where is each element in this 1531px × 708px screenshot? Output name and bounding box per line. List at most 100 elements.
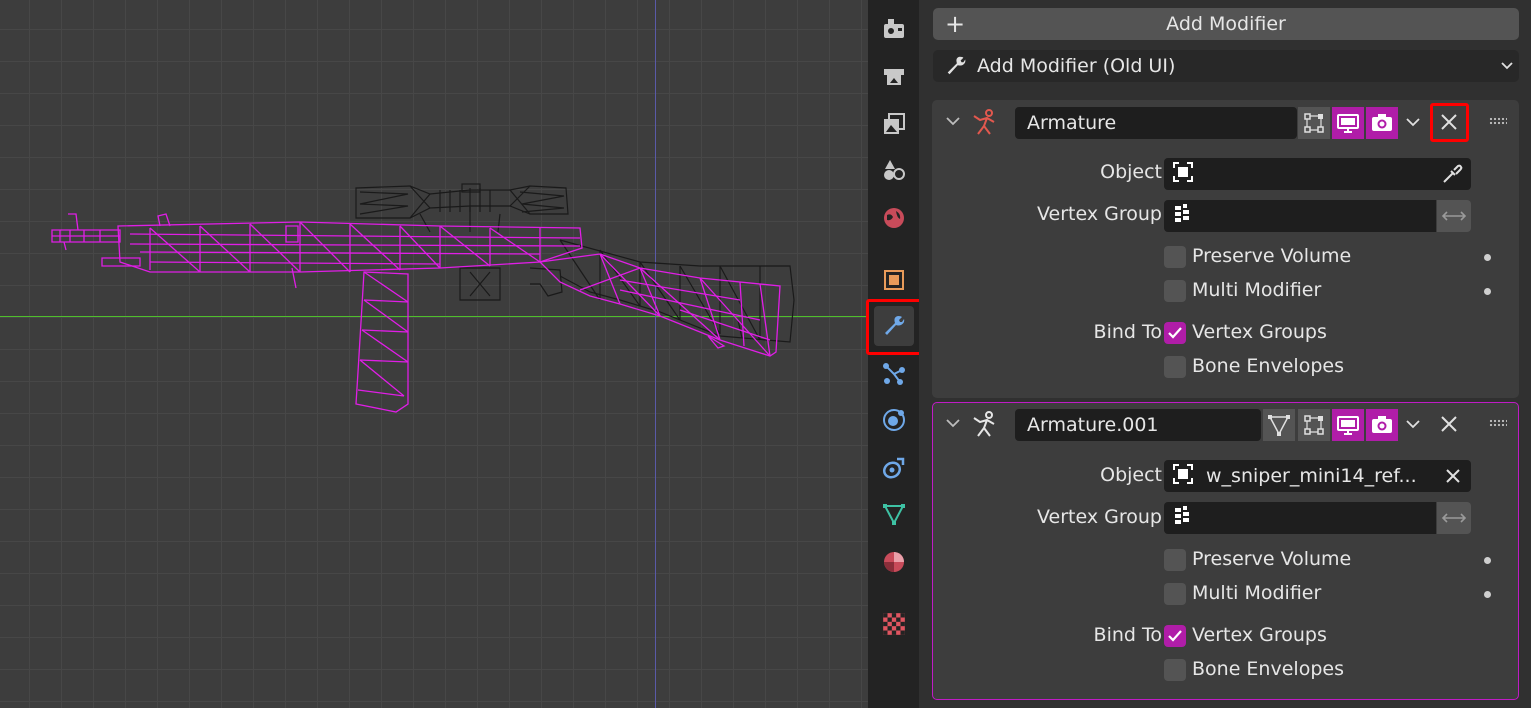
vertex-group-field[interactable] — [1164, 200, 1436, 232]
object-label: Object — [1100, 464, 1162, 486]
modifier-tab-highlight — [866, 299, 924, 355]
monitor-icon — [1337, 114, 1359, 133]
vertex-groups-label: Vertex Groups — [1192, 321, 1327, 343]
modifier-name-field[interactable]: Armature.001 — [1015, 409, 1261, 441]
vertex-group-label: Vertex Group — [1037, 203, 1162, 225]
particles-icon — [883, 363, 905, 385]
camera-icon — [1372, 416, 1392, 433]
invert-vertex-group-toggle[interactable] — [1437, 502, 1471, 534]
bind-to-label: Bind To — [1093, 321, 1162, 343]
view-layer-icon — [884, 113, 905, 134]
invert-vertex-group-toggle[interactable] — [1437, 200, 1471, 232]
object-icon — [1172, 161, 1194, 188]
plus-icon: + — [945, 10, 966, 38]
modifier-header: Armature.001 — [933, 403, 1518, 445]
world-tab[interactable] — [874, 198, 914, 238]
object-icon — [1172, 463, 1194, 490]
bone-envelopes-checkbox[interactable] — [1164, 659, 1186, 681]
vertex-groups-checkbox[interactable] — [1164, 625, 1186, 647]
object-data-tab[interactable] — [874, 494, 914, 534]
modifier-name-field[interactable]: Armature — [1015, 107, 1297, 139]
drag-grip-icon[interactable] — [1489, 117, 1507, 125]
camera-icon — [1372, 114, 1392, 131]
keyframe-dot-icon[interactable] — [1484, 557, 1491, 564]
extra-options-chevron-icon[interactable] — [1404, 113, 1422, 135]
preserve-volume-label: Preserve Volume — [1192, 245, 1352, 267]
eyedropper-icon[interactable] — [1441, 163, 1463, 190]
scene-tab[interactable] — [874, 150, 914, 190]
world-icon — [884, 208, 904, 228]
vertex-group-icon — [1172, 505, 1194, 532]
scene-icon — [884, 160, 905, 180]
output-tab[interactable] — [874, 56, 914, 96]
object-icon — [884, 270, 904, 290]
modifier-panel-armature-001: Armature.001 Object w_sniper_mini14_ref.… — [932, 402, 1519, 700]
realtime-toggle[interactable] — [1332, 409, 1364, 441]
remove-modifier-close-icon[interactable] — [1438, 413, 1460, 439]
object-label: Object — [1100, 161, 1162, 183]
clear-object-close-icon[interactable] — [1443, 466, 1463, 491]
object-field[interactable] — [1164, 158, 1471, 190]
object-tab[interactable] — [874, 260, 914, 300]
wrench-icon — [943, 53, 969, 79]
view-layer-tab[interactable] — [874, 104, 914, 144]
modifier-panel-armature: Armature Object Vertex Group Preserve Vo… — [932, 100, 1519, 398]
add-modifier-button[interactable]: + Add Modifier — [933, 8, 1519, 40]
edit-mode-icon — [1304, 113, 1324, 133]
add-modifier-old-label: Add Modifier (Old UI) — [977, 55, 1176, 77]
collapse-chevron-icon[interactable] — [944, 414, 962, 436]
material-icon — [884, 552, 904, 572]
chevron-down-icon — [1499, 56, 1515, 78]
preserve-volume-checkbox[interactable] — [1164, 246, 1186, 268]
edit-mode-icon — [1304, 415, 1324, 435]
vertex-group-icon — [1172, 203, 1194, 230]
rifle-wireframe[interactable] — [0, 0, 868, 708]
object-field[interactable]: w_sniper_mini14_ref... — [1164, 460, 1471, 492]
texture-tab[interactable] — [874, 604, 914, 644]
edit-mode-toggle[interactable] — [1298, 409, 1330, 441]
multi-modifier-checkbox[interactable] — [1164, 280, 1186, 302]
render-tab[interactable] — [874, 8, 914, 48]
modifier-name: Armature — [1027, 112, 1117, 134]
edit-mode-toggle[interactable] — [1298, 107, 1330, 139]
material-tab[interactable] — [874, 542, 914, 582]
preserve-volume-label: Preserve Volume — [1192, 548, 1352, 570]
armature-modifier-icon — [970, 108, 998, 140]
bone-envelopes-checkbox[interactable] — [1164, 356, 1186, 378]
invert-arrows-icon — [1441, 211, 1467, 221]
vertex-groups-label: Vertex Groups — [1192, 624, 1327, 646]
render-icon — [884, 19, 904, 38]
drag-grip-icon[interactable] — [1489, 419, 1507, 427]
bind-to-label: Bind To — [1093, 624, 1162, 646]
keyframe-dot-icon[interactable] — [1484, 254, 1491, 261]
physics-icon — [883, 409, 905, 431]
texture-icon — [883, 613, 905, 635]
render-toggle[interactable] — [1366, 107, 1398, 139]
add-modifier-label: Add Modifier — [1166, 13, 1286, 35]
vertex-group-field[interactable] — [1164, 502, 1436, 534]
keyframe-dot-icon[interactable] — [1484, 591, 1491, 598]
bone-envelopes-label: Bone Envelopes — [1192, 658, 1344, 680]
3d-viewport[interactable] — [0, 0, 868, 708]
physics-tab[interactable] — [874, 400, 914, 440]
preserve-volume-checkbox[interactable] — [1164, 549, 1186, 571]
render-toggle[interactable] — [1366, 409, 1398, 441]
constraints-tab[interactable] — [874, 448, 914, 488]
modifier-name: Armature.001 — [1027, 414, 1159, 436]
on-cage-toggle[interactable] — [1263, 409, 1295, 441]
collapse-chevron-icon[interactable] — [944, 112, 962, 134]
monitor-icon — [1337, 416, 1359, 435]
object-value: w_sniper_mini14_ref... — [1206, 465, 1417, 487]
extra-options-chevron-icon[interactable] — [1404, 415, 1422, 437]
realtime-toggle[interactable] — [1332, 107, 1364, 139]
add-modifier-old-dropdown[interactable]: Add Modifier (Old UI) — [933, 50, 1519, 82]
particles-tab[interactable] — [874, 354, 914, 394]
multi-modifier-checkbox[interactable] — [1164, 583, 1186, 605]
keyframe-dot-icon[interactable] — [1484, 288, 1491, 295]
remove-button-highlight — [1430, 103, 1469, 142]
armature-modifier-icon — [970, 410, 998, 442]
vertex-groups-checkbox[interactable] — [1164, 322, 1186, 344]
bone-envelopes-label: Bone Envelopes — [1192, 355, 1344, 377]
multi-modifier-label: Multi Modifier — [1192, 582, 1322, 604]
vertex-group-label: Vertex Group — [1037, 506, 1162, 528]
